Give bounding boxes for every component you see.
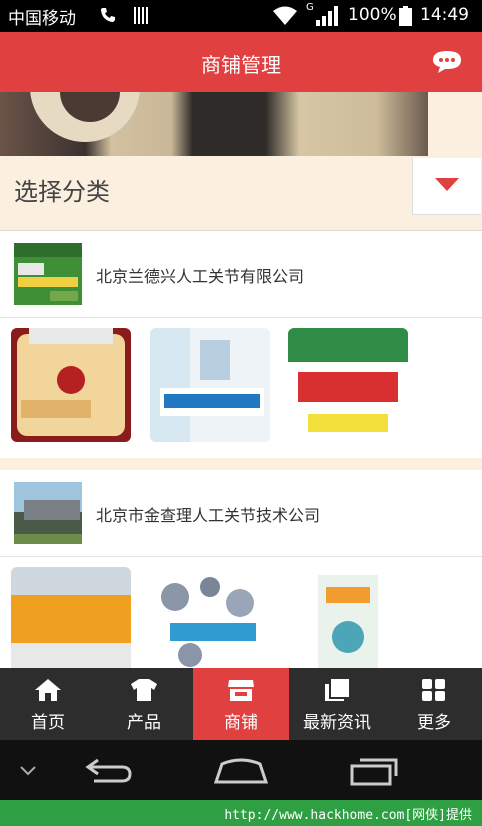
banner-side	[428, 92, 482, 156]
company-item[interactable]: 北京市金查理人工关节技术公司	[0, 470, 482, 557]
product-image	[150, 567, 270, 681]
nav-item-products[interactable]: 产品	[96, 668, 192, 740]
company-logo	[14, 243, 82, 305]
system-navigation-bar	[0, 740, 482, 800]
product-thumbnail[interactable]	[288, 567, 408, 681]
nav-label: 首页	[31, 713, 65, 733]
category-selector[interactable]: 选择分类	[0, 156, 482, 231]
product-image	[11, 567, 131, 681]
phone-icon	[101, 8, 115, 22]
nav-label: 产品	[127, 713, 161, 733]
nav-item-store[interactable]: 商铺	[193, 668, 289, 740]
chevron-down-icon[interactable]	[20, 766, 36, 776]
carrier-name: 中国移动	[8, 9, 76, 29]
product-thumbnail[interactable]	[11, 328, 131, 442]
chat-bubble-icon[interactable]	[432, 50, 462, 74]
company-name: 北京市金查理人工关节技术公司	[96, 506, 321, 525]
home-button-icon[interactable]	[214, 758, 268, 784]
banner-image[interactable]	[0, 92, 428, 156]
store-icon	[228, 680, 254, 701]
product-image	[150, 328, 270, 442]
company-item[interactable]: 北京兰德兴人工关节有限公司	[0, 231, 482, 318]
page-title: 商铺管理	[201, 53, 281, 77]
nav-item-more[interactable]: 更多	[386, 668, 482, 740]
bottom-navigation: 首页 产品 商铺 最新资讯 更多	[0, 668, 482, 740]
battery-percent: 100%	[348, 5, 397, 25]
shirt-icon	[131, 679, 157, 701]
category-label: 选择分类	[14, 178, 110, 206]
back-icon[interactable]	[84, 758, 132, 784]
product-thumbnail[interactable]	[150, 328, 270, 442]
product-thumbnail[interactable]	[11, 567, 131, 681]
product-image	[288, 328, 408, 442]
clock: 14:49	[420, 5, 469, 25]
grid-icon	[422, 679, 445, 701]
nav-label: 商铺	[224, 713, 258, 733]
status-bar: 中国移动 G 100% 14:49	[0, 0, 482, 32]
watermark-text: http://www.hackhome.com[网侠]提供	[224, 808, 472, 823]
header-bar: 商铺管理	[0, 32, 482, 92]
news-icon	[325, 679, 349, 701]
category-dropdown-button[interactable]	[412, 158, 481, 215]
company-name: 北京兰德兴人工关节有限公司	[96, 267, 305, 286]
watermark-bar: http://www.hackhome.com[网侠]提供	[0, 800, 482, 826]
vibrate-icon	[134, 7, 148, 24]
triangle-down-icon	[435, 178, 459, 191]
product-row	[0, 318, 482, 458]
product-image	[11, 328, 131, 442]
recent-apps-icon[interactable]	[350, 756, 400, 786]
nav-item-home[interactable]: 首页	[0, 668, 96, 740]
nav-label: 更多	[417, 713, 451, 733]
battery-icon	[399, 6, 412, 26]
product-image	[288, 567, 408, 681]
product-thumbnail[interactable]	[150, 567, 270, 681]
signal-strength-icon	[316, 6, 338, 26]
network-type: G	[306, 2, 314, 13]
nav-item-news[interactable]: 最新资讯	[289, 668, 385, 740]
home-icon	[35, 679, 61, 701]
product-thumbnail[interactable]	[288, 328, 408, 442]
nav-label: 最新资讯	[303, 713, 371, 733]
company-logo	[14, 482, 82, 544]
wifi-icon	[273, 6, 297, 25]
